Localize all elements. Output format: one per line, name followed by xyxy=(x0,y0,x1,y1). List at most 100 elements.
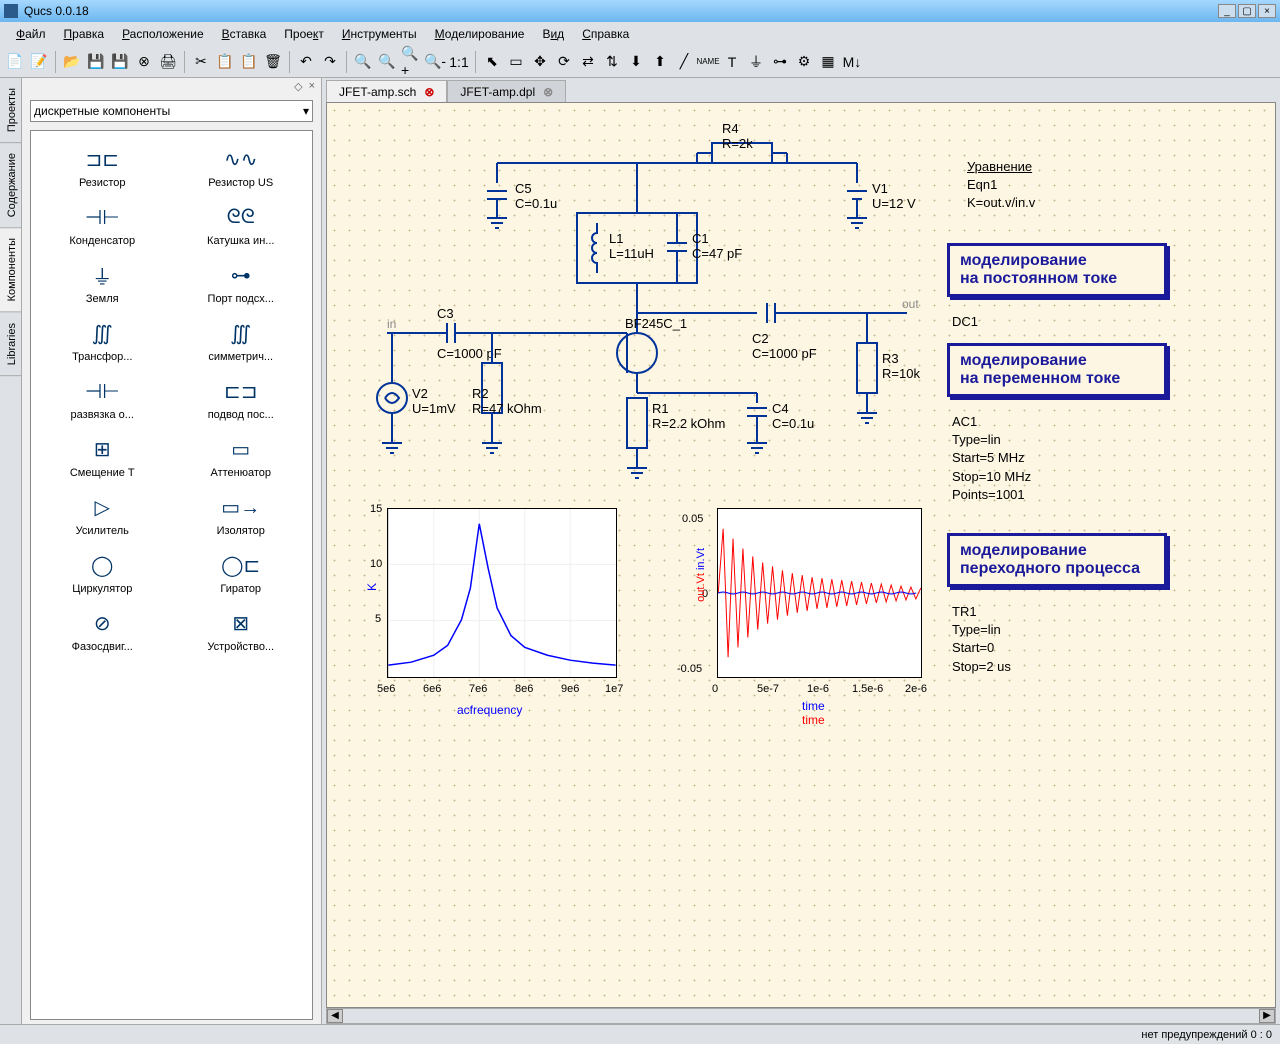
sim-dc-box[interactable]: моделированиена постоянном токе xyxy=(947,243,1167,297)
chevron-down-icon: ▾ xyxy=(303,104,309,118)
comp-device[interactable]: ⊠Устройство... xyxy=(174,607,309,657)
close-button[interactable]: × xyxy=(1258,4,1276,18)
chart-ac[interactable] xyxy=(387,508,617,678)
svg-text:C4: C4 xyxy=(772,401,789,416)
comp-dcblock[interactable]: ⊣⊢развязка о... xyxy=(35,375,170,425)
zoom-out-icon[interactable]: 🔍- xyxy=(424,51,446,73)
move-icon[interactable]: ✥ xyxy=(529,51,551,73)
select-icon[interactable]: ⬉ xyxy=(481,51,503,73)
copy-icon[interactable]: 📋 xyxy=(214,51,236,73)
menu-file[interactable]: Файл xyxy=(8,24,54,44)
menu-project[interactable]: Проект xyxy=(276,24,332,44)
marker-icon[interactable]: M↓ xyxy=(841,51,863,73)
name-icon[interactable]: NAME xyxy=(697,51,719,73)
sim-ac-params: AC1 Type=lin Start=5 MHz Stop=10 MHz Poi… xyxy=(952,413,1031,504)
chart-tr[interactable] xyxy=(717,508,922,678)
comp-capacitor[interactable]: ⊣⊢Конденсатор xyxy=(35,201,170,251)
close-doc-icon[interactable]: ⊗ xyxy=(133,51,155,73)
activate-icon[interactable]: ⬇ xyxy=(625,51,647,73)
menu-tools[interactable]: Инструменты xyxy=(334,24,425,44)
zoom-100-icon[interactable]: 1:1 xyxy=(448,51,470,73)
ground-icon[interactable]: ⏚ xyxy=(745,51,767,73)
svg-text:C5: C5 xyxy=(515,181,532,196)
redo-icon[interactable]: ↷ xyxy=(319,51,341,73)
comp-attenuator[interactable]: ▭Аттенюатор xyxy=(174,433,309,483)
save-icon[interactable]: 💾 xyxy=(85,51,107,73)
status-text: нет предупреждений 0 : 0 xyxy=(1141,1029,1272,1041)
chart-ac-xlabel: acfrequency xyxy=(457,703,522,717)
sidetab-components[interactable]: Компоненты xyxy=(0,228,21,312)
svg-text:C=47 pF: C=47 pF xyxy=(692,246,742,261)
comp-ground[interactable]: ⏚Земля xyxy=(35,259,170,309)
saveall-icon[interactable]: 💾 xyxy=(109,51,131,73)
sidetab-projects[interactable]: Проекты xyxy=(0,78,21,143)
horizontal-scrollbar[interactable]: ◀▶ xyxy=(326,1008,1276,1024)
run-icon[interactable]: ⚙ xyxy=(793,51,815,73)
sim-ac-box[interactable]: моделированиена переменном токе xyxy=(947,343,1167,397)
new-icon[interactable]: 📄 xyxy=(4,51,26,73)
cut-icon[interactable]: ✂ xyxy=(190,51,212,73)
svg-text:V1: V1 xyxy=(872,181,888,196)
comp-circulator[interactable]: ◯Циркулятор xyxy=(35,549,170,599)
menu-insert[interactable]: Вставка xyxy=(214,24,275,44)
comp-port[interactable]: ⊶Порт подсх... xyxy=(174,259,309,309)
zoom-area-icon[interactable]: 🔍 xyxy=(352,51,374,73)
display-icon[interactable]: ▦ xyxy=(817,51,839,73)
zoom-in-icon[interactable]: 🔍+ xyxy=(400,51,422,73)
wire-icon[interactable]: ╱ xyxy=(673,51,695,73)
open-icon[interactable]: 📂 xyxy=(61,51,83,73)
comp-dcfeed[interactable]: ⊏⊐подвод пос... xyxy=(174,375,309,425)
comp-gyrator[interactable]: ◯⊏Гиратор xyxy=(174,549,309,599)
mirror-h-icon[interactable]: ⇄ xyxy=(577,51,599,73)
delete-icon[interactable]: 🗑 xyxy=(262,51,284,73)
comp-inductor[interactable]: ᘓᘓКатушка ин... xyxy=(174,201,309,251)
doc-icon[interactable]: 📝 xyxy=(28,51,50,73)
deactivate-icon[interactable]: ⬆ xyxy=(649,51,671,73)
text-icon[interactable]: T xyxy=(721,51,743,73)
side-tabs: Проекты Содержание Компоненты Libraries xyxy=(0,78,22,1024)
panel-close-icon[interactable]: × xyxy=(309,80,315,94)
app-icon xyxy=(4,4,18,18)
svg-text:R=10k: R=10k xyxy=(882,366,920,381)
sidetab-libraries[interactable]: Libraries xyxy=(0,313,21,376)
tab-close-icon[interactable]: ⊗ xyxy=(424,85,434,99)
menu-simulation[interactable]: Моделирование xyxy=(427,24,533,44)
menu-help[interactable]: Справка xyxy=(574,24,637,44)
port-icon[interactable]: ⊶ xyxy=(769,51,791,73)
tab-close-icon[interactable]: ⊗ xyxy=(543,85,553,99)
zoom-fit-icon[interactable]: 🔍 xyxy=(376,51,398,73)
panel-detach-icon[interactable]: ◇ xyxy=(294,80,302,94)
print-icon[interactable]: 🖨 xyxy=(157,51,179,73)
tab-schematic[interactable]: JFET-amp.sch ⊗ xyxy=(326,80,447,102)
comp-biast[interactable]: ⊞Смещение T xyxy=(35,433,170,483)
comp-amplifier[interactable]: ▷Усилитель xyxy=(35,491,170,541)
sim-tr-box[interactable]: моделированиепереходного процесса xyxy=(947,533,1167,587)
svg-text:U=1mV: U=1mV xyxy=(412,401,456,416)
canvas[interactable]: R4 R=2k C5 C=0.1u V1 U=12 V xyxy=(326,102,1276,1008)
svg-text:BF245C_1: BF245C_1 xyxy=(625,316,687,331)
minimize-button[interactable]: _ xyxy=(1218,4,1236,18)
menu-edit[interactable]: Правка xyxy=(56,24,113,44)
menu-position[interactable]: Расположение xyxy=(114,24,212,44)
comp-symtransformer[interactable]: ∭симметрич... xyxy=(174,317,309,367)
tab-display[interactable]: JFET-amp.dpl ⊗ xyxy=(447,80,566,102)
undo-icon[interactable]: ↶ xyxy=(295,51,317,73)
svg-text:R1: R1 xyxy=(652,401,669,416)
svg-text:L=11uH: L=11uH xyxy=(609,246,654,261)
comp-resistor[interactable]: ⊐⊏Резистор xyxy=(35,143,170,193)
equation-block[interactable]: Уравнение Eqn1 K=out.v/in.v xyxy=(967,158,1035,213)
comp-isolator[interactable]: ▭→Изолятор xyxy=(174,491,309,541)
paste-icon[interactable]: 📋 xyxy=(238,51,260,73)
chart-ac-ylabel: K xyxy=(365,583,379,591)
rotate-icon[interactable]: ⟳ xyxy=(553,51,575,73)
comp-transformer[interactable]: ∭Трансфор... xyxy=(35,317,170,367)
svg-text:U=12 V: U=12 V xyxy=(872,196,916,211)
comp-resistor-us[interactable]: ∿∿Резистор US xyxy=(174,143,309,193)
menu-view[interactable]: Вид xyxy=(534,24,572,44)
sidetab-content[interactable]: Содержание xyxy=(0,143,21,228)
maximize-button[interactable]: ▢ xyxy=(1238,4,1256,18)
component-category-dropdown[interactable]: дискретные компоненты ▾ xyxy=(30,100,313,122)
mirror-v-icon[interactable]: ⇅ xyxy=(601,51,623,73)
comp-phaseshifter[interactable]: ⊘Фазосдвиг... xyxy=(35,607,170,657)
select-rect-icon[interactable]: ▭ xyxy=(505,51,527,73)
